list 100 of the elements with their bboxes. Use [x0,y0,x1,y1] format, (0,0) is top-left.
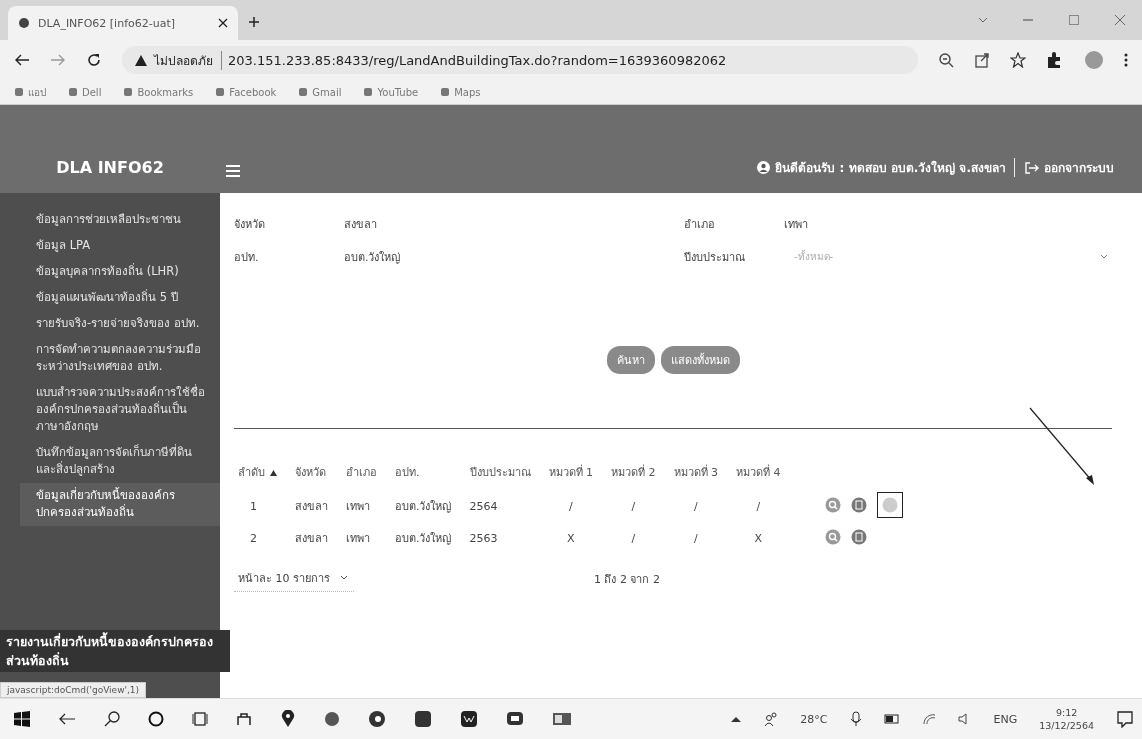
bookmark-icon [68,87,78,97]
status-url: javascript:doCmd('goView',1) [0,682,147,698]
bookmark-link[interactable]: Maps [440,86,481,98]
table-cell-text: 1 [249,498,258,515]
table-cell-text: / [692,530,699,547]
column-header[interactable]: หมวดที่ 4 [732,455,795,491]
menu-icon[interactable] [226,165,240,177]
sidebar-item[interactable]: ข้อมูลการช่วยเหลือประชาชน [0,207,220,233]
sidebar-item[interactable]: ข้อมูล LPA [0,233,220,259]
globe-icon [18,17,30,29]
magnifier-icon[interactable] [824,529,841,545]
chat-icon[interactable] [506,710,524,728]
circle-icon[interactable] [148,711,164,727]
windows-logo-icon[interactable] [14,711,30,727]
field-value: สงขลา [344,217,378,233]
language-indicator[interactable]: ENG [993,712,1018,726]
table-cell-text: เทพา [345,531,371,547]
map-pin-icon[interactable] [280,710,296,728]
column-header[interactable]: หมวดที่ 2 [607,455,670,491]
star-icon[interactable] [1010,52,1026,68]
bookmark-link[interactable]: Facebook [215,86,277,98]
sidebar-item[interactable]: การจัดทำความตกลงความร่วมมือระหว่างประเทศของ อปท. [0,337,220,380]
field-label: ปีงบประมาณ [684,249,746,266]
back-arrow-icon[interactable] [14,53,30,67]
weather-text: 28°C [800,712,828,726]
table-cell-text: / [630,498,637,515]
user-icon [757,161,771,174]
welcome-text: ยินดีต้อนรับ : ทดสอบ อบต.วังใหญ่ จ.สงขลา [775,158,1015,177]
browser-tab[interactable]: DLA_INFO62 [info62-uat] [8,6,238,40]
document-icon[interactable] [850,497,867,513]
app-icon[interactable] [552,711,572,727]
bookmark-icon [123,87,134,97]
app-icon[interactable] [460,710,478,728]
sidebar-item[interactable]: ข้อมูลแผนพัฒนาท้องถิ่น 5 ปี [0,285,220,311]
table-cell-text: 2564 [468,498,499,515]
app-icon[interactable] [414,710,432,728]
wifi-icon[interactable] [921,713,936,725]
forward-arrow-icon[interactable] [50,53,66,67]
table-cell-text: สงขลา [294,499,329,515]
bookmark-link[interactable]: Gmail [298,86,342,98]
field-label: อำเภอ [684,217,716,233]
clock-date: 13/12/2564 [1039,719,1094,732]
column-header[interactable]: ลำดับ [234,455,291,491]
table-cell-text: / [692,498,699,515]
bookmark-icon [440,87,451,97]
edge-icon[interactable] [368,710,386,728]
share-icon[interactable] [974,52,990,68]
bookmark-link[interactable]: Bookmarks [123,86,194,98]
logout-icon [1025,161,1039,174]
chevron-down-icon [1100,253,1108,260]
battery-icon[interactable] [883,714,900,724]
bookmark-link[interactable]: YouTube [363,86,419,98]
table-cell-text: เทพา [345,499,371,515]
page-size-select[interactable]: หน้าละ 10 รายการ [234,565,354,592]
logout-link[interactable]: ออกจากระบบ [1025,158,1114,177]
sidebar-item[interactable]: รายรับจริง-รายจ่ายจริงของ อปท. [0,311,220,337]
table-cell-text: X [565,530,576,547]
field-value: อบต.วังใหญ่ [344,249,402,266]
more-icon[interactable] [1124,52,1128,68]
table-cell-text: / [755,498,762,515]
table-cell-text: / [567,498,574,515]
brand-title: DLA INFO62 [56,158,164,177]
table-cell-text: สงขลา [294,531,329,547]
column-header[interactable]: ปีงบประมาณ [465,455,545,491]
table-cell-text: X [753,530,763,547]
document-icon[interactable] [850,529,867,545]
zoom-icon[interactable] [938,52,954,68]
table-cell-text: อบต.วังใหญ่ [394,499,453,515]
profile-icon[interactable] [1084,50,1104,70]
app-icon[interactable] [236,711,252,727]
sidebar-item[interactable]: ข้อมูลบุคลากรท้องถิ่น (LHR) [0,259,220,285]
people-icon[interactable] [764,712,779,726]
sidebar-item[interactable]: บันทึกข้อมูลการจัดเก็บภาษีที่ดินและสิ่งปลูกสร้าง [0,440,220,483]
bookmark-link[interactable]: แอป [14,84,46,100]
column-header[interactable]: อปท. [391,455,466,491]
task-view-icon[interactable] [192,711,208,727]
column-header[interactable]: หมวดที่ 3 [669,455,732,491]
back-arrow-icon[interactable] [58,712,76,726]
warning-icon [134,53,148,67]
bookmark-icon [363,87,374,97]
search-icon[interactable] [104,711,120,727]
field-value: เทพา [784,217,809,233]
reload-icon[interactable] [86,52,102,68]
column-header[interactable]: หมวดที่ 1 [544,455,607,491]
app-icon[interactable] [324,711,340,727]
plus-icon[interactable] [248,16,260,28]
sidebar-item[interactable]: แบบสำรวจความประสงค์การใช้ชื่อองค์กรปกครองส่วนท้องถิ่นเป็นภาษาอังกฤษ [0,380,220,440]
close-icon[interactable] [218,18,228,28]
sidebar-item[interactable]: ข้อมูลเกี่ยวกับหนี้ขององค์กรปกครองส่วนท้องถิ่น [20,483,220,526]
table-cell-text: อบต.วังใหญ่ [394,531,453,547]
bookmark-icon [298,87,309,97]
column-header[interactable]: จังหวัด [291,455,342,491]
chevron-down-icon[interactable] [978,16,988,24]
address-field[interactable]: ไม่ปลอดภัย 203.151.233.85:8433/reg/LandAndBuildingTax.do?random=1639360982062 [122,46,918,74]
chevron-up-icon[interactable] [730,715,743,723]
microphone-icon[interactable] [849,711,862,727]
notification-icon[interactable] [1116,710,1134,728]
column-header[interactable]: อำเภอ [342,455,391,491]
magnifier-icon[interactable] [824,497,841,513]
bookmark-link[interactable]: Dell [68,86,102,98]
